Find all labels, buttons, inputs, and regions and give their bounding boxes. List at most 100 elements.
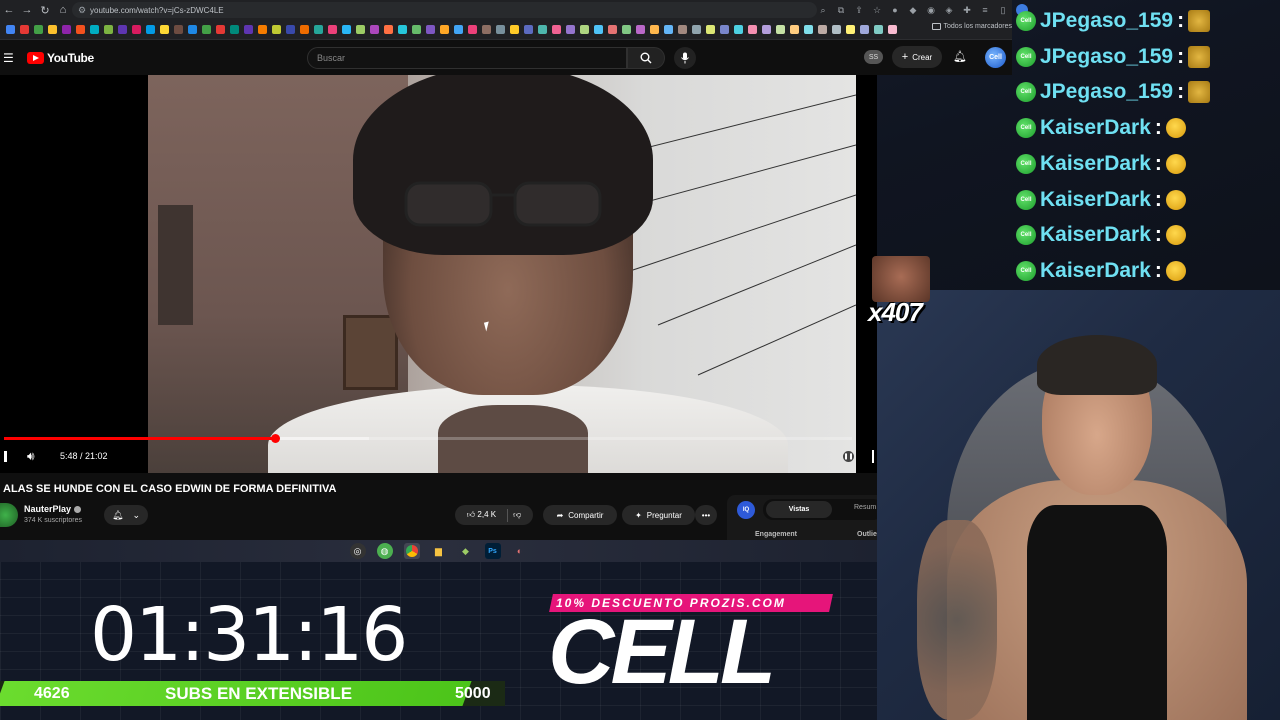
- bookmark-icon[interactable]: [286, 25, 295, 34]
- bookmark-icon[interactable]: [804, 25, 813, 34]
- bookmark-icon[interactable]: [496, 25, 505, 34]
- progress-bar[interactable]: [4, 434, 852, 443]
- bookmark-icon[interactable]: [76, 25, 85, 34]
- obs-icon[interactable]: ◎: [349, 543, 366, 559]
- bookmark-icon[interactable]: [874, 25, 883, 34]
- bookmark-icon[interactable]: [356, 25, 365, 34]
- bookmark-icon[interactable]: [846, 25, 855, 34]
- menu-icon[interactable]: ☰: [3, 51, 14, 65]
- bookmark-icon[interactable]: [370, 25, 379, 34]
- reload-icon[interactable]: ↻: [36, 0, 54, 20]
- bookmark-icon[interactable]: [594, 25, 603, 34]
- ask-button[interactable]: ✦ Preguntar: [622, 505, 695, 525]
- chat-username[interactable]: JPegaso_159: [1040, 80, 1173, 104]
- app-icon[interactable]: ◆: [458, 543, 474, 559]
- share-icon[interactable]: ⇪: [854, 5, 864, 15]
- bookmark-icon[interactable]: [132, 25, 141, 34]
- bookmark-icon[interactable]: [174, 25, 183, 34]
- site-info-icon[interactable]: ⚙: [78, 5, 90, 16]
- chat-username[interactable]: JPegaso_159: [1040, 45, 1173, 69]
- back-icon[interactable]: ←: [0, 0, 18, 20]
- bookmark-icon[interactable]: [748, 25, 757, 34]
- channel-avatar[interactable]: [0, 503, 18, 527]
- ss-badge[interactable]: SS: [864, 50, 883, 64]
- bookmark-icon[interactable]: [468, 25, 477, 34]
- bookmark-icon[interactable]: [454, 25, 463, 34]
- bookmark-icon[interactable]: [104, 25, 113, 34]
- bookmark-icon[interactable]: [20, 25, 29, 34]
- bookmark-icon[interactable]: [566, 25, 575, 34]
- autoplay-toggle-icon[interactable]: ❚❚: [843, 451, 854, 462]
- bookmark-icon[interactable]: [244, 25, 253, 34]
- bookmark-icon[interactable]: [118, 25, 127, 34]
- bookmark-icon[interactable]: [622, 25, 631, 34]
- bookmark-icon[interactable]: [790, 25, 799, 34]
- subscription-bell-button[interactable]: 🔔︎ ⌄: [104, 505, 148, 525]
- video-player[interactable]: [0, 75, 877, 473]
- notifications-icon[interactable]: 🔔︎: [953, 50, 967, 63]
- chat-username[interactable]: KaiserDark: [1040, 152, 1151, 176]
- create-button[interactable]: + Crear: [892, 46, 942, 68]
- bookmark-icon[interactable]: [230, 25, 239, 34]
- bookmark-icon[interactable]: [6, 25, 15, 34]
- bookmark-icon[interactable]: [440, 25, 449, 34]
- bookmark-icon[interactable]: [734, 25, 743, 34]
- account-avatar[interactable]: Cell: [985, 47, 1006, 68]
- chat-username[interactable]: JPegaso_159: [1040, 9, 1173, 33]
- chat-username[interactable]: KaiserDark: [1040, 188, 1151, 212]
- bookmark-icon[interactable]: [384, 25, 393, 34]
- youtube-logo[interactable]: YouTube: [27, 51, 94, 65]
- bookmark-icon[interactable]: [90, 25, 99, 34]
- forward-icon[interactable]: →: [18, 0, 36, 20]
- dislike-button[interactable]: 👎︎: [513, 510, 521, 520]
- channel-name[interactable]: NauterPlay: [24, 504, 82, 514]
- share-button[interactable]: ➦ Compartir: [543, 505, 617, 525]
- bookmark-icon[interactable]: [258, 25, 267, 34]
- app-icon[interactable]: ◐: [512, 543, 528, 559]
- bookmark-icon[interactable]: [426, 25, 435, 34]
- address-bar[interactable]: ⚙ youtube.com/watch?v=jCs-zDWC4LE: [72, 2, 817, 18]
- chat-username[interactable]: KaiserDark: [1040, 259, 1151, 283]
- sidebar-icon[interactable]: ▯: [998, 5, 1008, 15]
- bookmark-icon[interactable]: [650, 25, 659, 34]
- more-actions-button[interactable]: •••: [695, 505, 717, 525]
- video-frame[interactable]: [148, 75, 856, 473]
- bookmark-icon[interactable]: [636, 25, 645, 34]
- bookmark-icon[interactable]: [608, 25, 617, 34]
- bookmark-icon[interactable]: [398, 25, 407, 34]
- bookmark-icon[interactable]: [762, 25, 771, 34]
- bookmark-icon[interactable]: [706, 25, 715, 34]
- bookmark-icon[interactable]: [272, 25, 281, 34]
- bookmark-icon[interactable]: [62, 25, 71, 34]
- bookmark-icon[interactable]: [48, 25, 57, 34]
- extension-icon[interactable]: ◆: [908, 5, 918, 15]
- zoom-icon[interactable]: ⌕: [818, 5, 828, 15]
- tab-resumen[interactable]: Resum: [854, 504, 876, 511]
- bookmark-icon[interactable]: [580, 25, 589, 34]
- volume-icon[interactable]: 🔊︎: [27, 449, 35, 464]
- bookmark-icon[interactable]: [538, 25, 547, 34]
- bookmark-icon[interactable]: [412, 25, 421, 34]
- media-icon[interactable]: ≡: [980, 5, 990, 15]
- xbox-icon[interactable]: ◍: [376, 543, 393, 559]
- chrome-icon[interactable]: [403, 543, 420, 559]
- bookmark-icon[interactable]: [860, 25, 869, 34]
- install-icon[interactable]: ⧉: [836, 5, 846, 15]
- bookmark-icon[interactable]: [34, 25, 43, 34]
- like-button[interactable]: 👍︎ 2,4 K: [467, 510, 496, 520]
- bookmark-icon[interactable]: [888, 25, 897, 34]
- bookmark-icon[interactable]: [202, 25, 211, 34]
- search-button[interactable]: [627, 47, 665, 69]
- extension-icon[interactable]: ●: [890, 5, 900, 15]
- folder-icon[interactable]: ▆: [431, 543, 447, 559]
- puzzle-icon[interactable]: ✚: [962, 5, 972, 15]
- photoshop-icon[interactable]: Ps: [484, 543, 501, 559]
- bookmarks-folder[interactable]: Todos los marcadores: [931, 23, 1012, 30]
- bookmark-icon[interactable]: [216, 25, 225, 34]
- bookmark-icon[interactable]: [300, 25, 309, 34]
- bookmark-icon[interactable]: [482, 25, 491, 34]
- chat-username[interactable]: KaiserDark: [1040, 223, 1151, 247]
- bookmark-icon[interactable]: [314, 25, 323, 34]
- voice-search-button[interactable]: [674, 47, 696, 69]
- home-icon[interactable]: ⌂: [54, 0, 72, 20]
